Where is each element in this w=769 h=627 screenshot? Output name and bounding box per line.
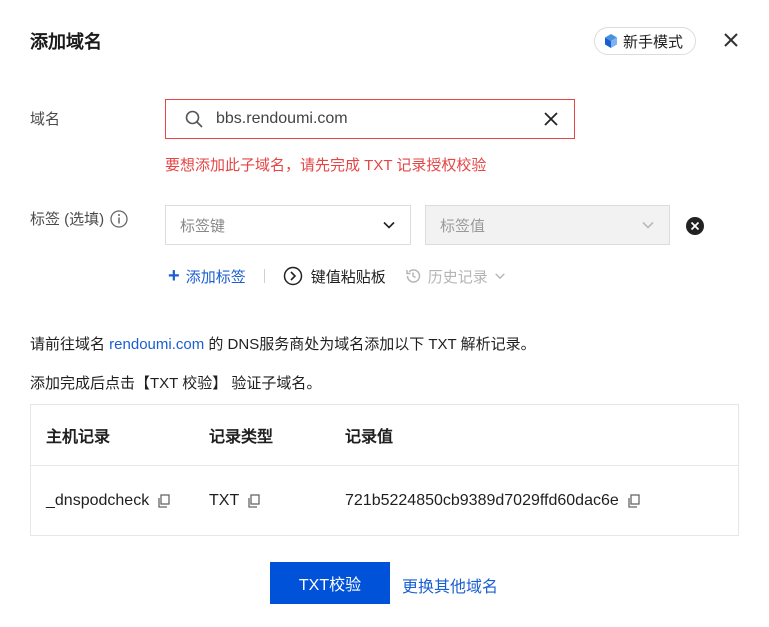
record-value: 721b5224850cb9389d7029ffd60dac6e [345, 491, 619, 509]
history-icon [405, 269, 420, 283]
instruction-domain-link[interactable]: rendoumi.com [109, 336, 204, 353]
cube-icon [605, 34, 617, 48]
type-cell: TXT [209, 466, 261, 535]
tag-actions: + 添加标签 键值粘贴板 历史记录 [168, 265, 506, 287]
history-label: 历史记录 [427, 268, 488, 286]
info-icon[interactable] [110, 209, 128, 228]
txt-verify-button[interactable]: TXT校验 [270, 562, 390, 604]
instruction-suffix: 的 DNS服务商处为域名添加以下 TXT 解析记录。 [204, 336, 536, 353]
plus-icon: + [168, 265, 180, 287]
switch-domain-link[interactable]: 更换其他域名 [402, 573, 498, 597]
domain-error-message: 要想添加此子域名，请先完成 TXT 记录授权校验 [165, 157, 487, 174]
paste-board-icon [283, 266, 302, 286]
tag-label-group: 标签 (选填) [30, 208, 128, 229]
table-row: _dnspodcheck TXT 721b5224850cb9389d7029f… [31, 466, 738, 535]
divider [263, 269, 265, 283]
newbie-mode-button[interactable]: 新手模式 [594, 27, 697, 55]
chevron-down-icon [642, 221, 654, 229]
paste-board-button[interactable]: 键值粘贴板 [283, 266, 386, 287]
tag-value-placeholder: 标签值 [440, 217, 486, 235]
instruction-line-2: 添加完成后点击【TXT 校验】 验证子域名。 [30, 375, 322, 392]
column-header-value: 记录值 [345, 429, 394, 446]
remove-circle-icon[interactable] [686, 217, 704, 235]
host-value: _dnspodcheck [46, 491, 150, 509]
column-header-type: 记录类型 [209, 429, 274, 446]
add-tag-button[interactable]: + 添加标签 [168, 266, 246, 287]
instruction-line-1: 请前往域名 rendoumi.com 的 DNS服务商处为域名添加以下 TXT … [30, 333, 536, 354]
history-button[interactable]: 历史记录 [404, 266, 506, 287]
tag-key-placeholder: 标签键 [180, 217, 226, 235]
value-cell: 721b5224850cb9389d7029ffd60dac6e [345, 466, 641, 535]
search-icon [185, 110, 203, 128]
newbie-mode-label: 新手模式 [623, 33, 684, 51]
domain-input[interactable]: bbs.rendoumi.com [165, 99, 575, 139]
tag-value-select[interactable]: 标签值 [425, 205, 670, 245]
dialog-title: 添加域名 [30, 32, 102, 52]
copy-icon[interactable] [247, 493, 261, 508]
tag-label: 标签 (选填) [30, 211, 105, 228]
copy-icon[interactable] [157, 493, 171, 508]
clear-icon[interactable] [544, 112, 558, 126]
add-tag-label: 添加标签 [185, 268, 246, 286]
column-header-host: 主机记录 [46, 429, 111, 446]
chevron-down-icon [494, 273, 505, 280]
close-icon[interactable] [721, 30, 741, 50]
type-value: TXT [209, 491, 240, 509]
table-header: 主机记录 记录类型 记录值 [31, 405, 738, 466]
copy-icon[interactable] [627, 493, 641, 508]
domain-input-value: bbs.rendoumi.com [216, 110, 348, 127]
host-cell: _dnspodcheck [46, 466, 171, 535]
record-table: 主机记录 记录类型 记录值 _dnspodcheck TXT 721b52248… [30, 404, 739, 536]
paste-board-label: 键值粘贴板 [310, 268, 386, 286]
chevron-down-icon [383, 221, 395, 229]
instruction-prefix: 请前往域名 [30, 336, 110, 353]
add-domain-dialog: 添加域名 新手模式 域名 bbs.rendoumi.com 要想添加此子域名，请… [0, 0, 769, 627]
domain-label: 域名 [30, 111, 61, 128]
tag-key-select[interactable]: 标签键 [165, 205, 411, 245]
